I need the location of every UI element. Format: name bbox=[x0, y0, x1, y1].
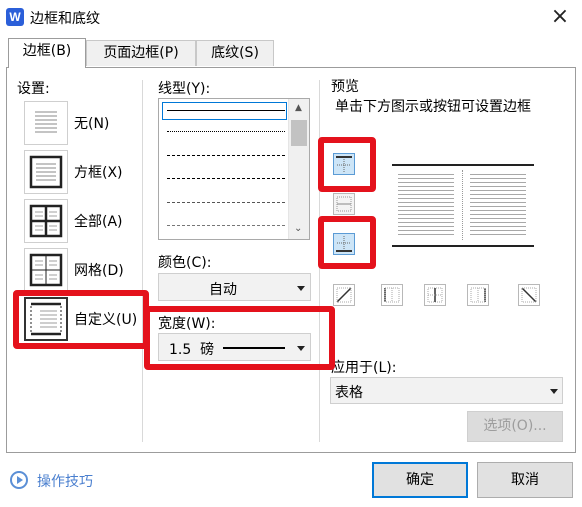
line-style-dotted[interactable] bbox=[167, 131, 285, 132]
line-style-solid[interactable] bbox=[167, 110, 285, 111]
preview-top-border bbox=[392, 164, 534, 166]
highlight-width bbox=[144, 306, 335, 370]
divider bbox=[142, 80, 143, 442]
apply-to-value: 表格 bbox=[335, 385, 363, 401]
preview-text-right bbox=[470, 174, 526, 236]
left-border-button[interactable] bbox=[381, 284, 403, 306]
setting-none[interactable]: 无(N) bbox=[24, 101, 134, 145]
border-none-icon bbox=[24, 101, 68, 145]
scroll-down-icon[interactable]: ⌄ bbox=[294, 223, 302, 234]
diagonal-up-icon bbox=[336, 287, 352, 303]
setting-none-label: 无(N) bbox=[74, 116, 110, 132]
tab-page-borders[interactable]: 页面边框(P) bbox=[86, 40, 196, 66]
chevron-down-icon bbox=[297, 286, 305, 291]
border-inside-h-icon bbox=[336, 196, 352, 212]
line-style-dash-dot[interactable] bbox=[167, 225, 285, 226]
setting-box[interactable]: 方框(X) bbox=[24, 150, 134, 194]
inside-horizontal-button[interactable] bbox=[333, 193, 355, 215]
border-grid-icon bbox=[24, 248, 68, 292]
tab-shading[interactable]: 底纹(S) bbox=[196, 40, 274, 66]
cancel-button[interactable]: 取消 bbox=[477, 462, 573, 498]
right-border-button[interactable] bbox=[467, 284, 489, 306]
close-icon[interactable]: × bbox=[546, 4, 574, 32]
highlight-bottom-border bbox=[318, 216, 376, 269]
play-circle-icon[interactable] bbox=[10, 471, 28, 489]
diagonal-down-icon bbox=[521, 287, 537, 303]
preview-bottom-border bbox=[392, 245, 534, 247]
color-value: 自动 bbox=[209, 282, 237, 298]
title-bar: W 边框和底纹 × bbox=[0, 0, 582, 36]
scroll-thumb[interactable] bbox=[291, 120, 307, 146]
options-button[interactable]: 选项(O)... bbox=[467, 411, 563, 442]
highlight-custom-setting bbox=[13, 290, 149, 349]
settings-label: 设置: bbox=[17, 81, 50, 97]
wps-writer-icon: W bbox=[6, 8, 24, 26]
tips-link[interactable]: 操作技巧 bbox=[37, 471, 93, 491]
line-style-item-selected[interactable] bbox=[162, 102, 287, 120]
line-style-dash-long[interactable] bbox=[167, 202, 285, 203]
setting-all[interactable]: 全部(A) bbox=[24, 199, 134, 243]
inside-vertical-button[interactable] bbox=[424, 284, 446, 306]
scroll-up-icon[interactable]: ▲ bbox=[295, 103, 302, 113]
preview-center-divider bbox=[462, 170, 463, 240]
diagonal-down-button[interactable] bbox=[518, 284, 540, 306]
preview-hint: 单击下方图示或按钮可设置边框 bbox=[335, 99, 531, 115]
chevron-down-icon bbox=[550, 389, 558, 394]
line-style-dash-small[interactable] bbox=[167, 155, 285, 156]
preview-label: 预览 bbox=[331, 79, 359, 95]
setting-grid[interactable]: 网格(D) bbox=[24, 248, 134, 292]
diagonal-up-button[interactable] bbox=[333, 284, 355, 306]
border-right-icon bbox=[470, 287, 486, 303]
preview-text-left bbox=[398, 174, 454, 236]
setting-grid-label: 网格(D) bbox=[74, 263, 124, 279]
color-label: 颜色(C): bbox=[158, 255, 212, 271]
line-style-dash[interactable] bbox=[167, 178, 285, 179]
tab-borders[interactable]: 边框(B) bbox=[8, 38, 86, 68]
setting-box-label: 方框(X) bbox=[74, 165, 123, 181]
ok-button[interactable]: 确定 bbox=[372, 462, 468, 498]
setting-all-label: 全部(A) bbox=[74, 214, 123, 230]
window-title: 边框和底纹 bbox=[30, 11, 100, 27]
apply-to-label: 应用于(L): bbox=[331, 360, 397, 376]
highlight-top-border bbox=[318, 137, 376, 192]
border-box-icon bbox=[24, 150, 68, 194]
color-dropdown[interactable]: 自动 bbox=[158, 273, 311, 301]
border-left-icon bbox=[384, 287, 400, 303]
apply-to-dropdown[interactable]: 表格 bbox=[330, 377, 563, 404]
border-inside-v-icon bbox=[427, 287, 443, 303]
preview-page[interactable] bbox=[392, 164, 534, 248]
border-all-icon bbox=[24, 199, 68, 243]
line-style-label: 线型(Y): bbox=[158, 81, 211, 97]
